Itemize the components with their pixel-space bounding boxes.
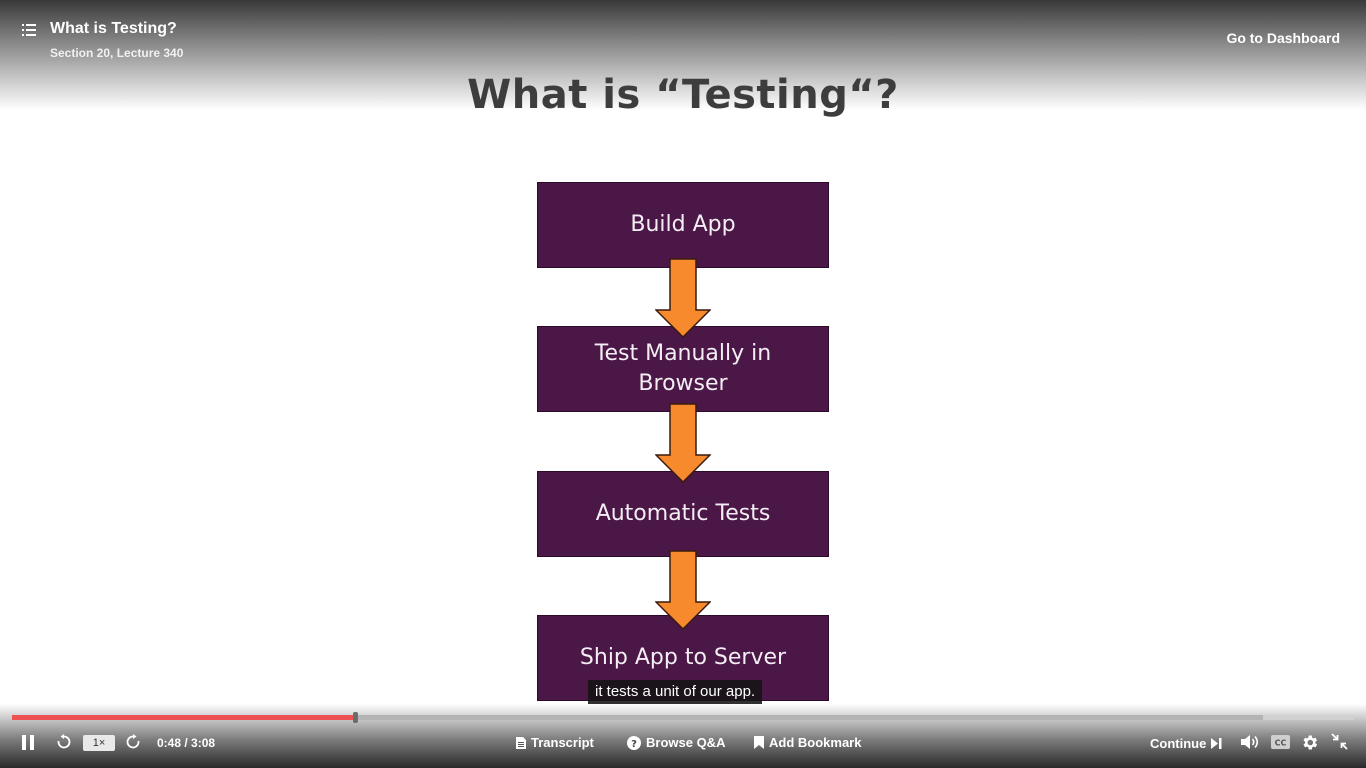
rewind-icon[interactable] <box>56 734 72 750</box>
browse-qa-button[interactable]: ? Browse Q&A <box>627 735 725 750</box>
flow-arrow <box>655 403 711 483</box>
question-icon: ? <box>627 735 641 750</box>
continue-label: Continue <box>1150 736 1207 751</box>
flow-arrow <box>655 258 711 338</box>
browse-qa-label: Browse Q&A <box>646 735 726 750</box>
progress-played <box>12 715 355 720</box>
add-bookmark-button[interactable]: Add Bookmark <box>754 735 861 750</box>
transcript-button[interactable]: Transcript <box>516 735 594 750</box>
time-display: 0:48 / 3:08 <box>157 736 216 750</box>
lecture-subtitle: Section 20, Lecture 340 <box>50 46 184 60</box>
captions-icon[interactable]: CC <box>1271 735 1290 749</box>
playback-speed-button[interactable]: 1× <box>83 735 115 751</box>
svg-text:CC: CC <box>1275 739 1287 748</box>
subtitle-caption: it tests a unit of our app. <box>588 680 763 704</box>
progress-handle[interactable] <box>352 712 358 723</box>
forward-icon[interactable] <box>125 734 141 750</box>
pause-button[interactable] <box>21 735 35 750</box>
settings-icon[interactable] <box>1300 733 1319 752</box>
exit-fullscreen-icon[interactable] <box>1331 733 1348 750</box>
flow-step-automatic-tests: Automatic Tests <box>537 471 829 557</box>
flow-step-test-manually: Test Manually in Browser <box>537 326 829 412</box>
transcript-icon <box>516 736 526 749</box>
continue-button[interactable]: Continue <box>1150 736 1222 751</box>
slide-title: What is “Testing“? <box>467 72 899 118</box>
add-bookmark-label: Add Bookmark <box>769 735 862 750</box>
volume-icon[interactable] <box>1241 734 1260 750</box>
pause-icon <box>22 735 26 750</box>
go-to-dashboard-link[interactable]: Go to Dashboard <box>1226 30 1340 46</box>
progress-bar[interactable] <box>12 712 1354 723</box>
lecture-title: What is Testing? <box>50 20 177 37</box>
flow-arrow <box>655 550 711 630</box>
transcript-label: Transcript <box>531 735 594 750</box>
svg-text:?: ? <box>631 739 637 750</box>
list-icon[interactable] <box>22 23 36 37</box>
next-icon <box>1211 738 1222 749</box>
flow-step-build-app: Build App <box>537 182 829 268</box>
bookmark-icon <box>754 736 764 749</box>
